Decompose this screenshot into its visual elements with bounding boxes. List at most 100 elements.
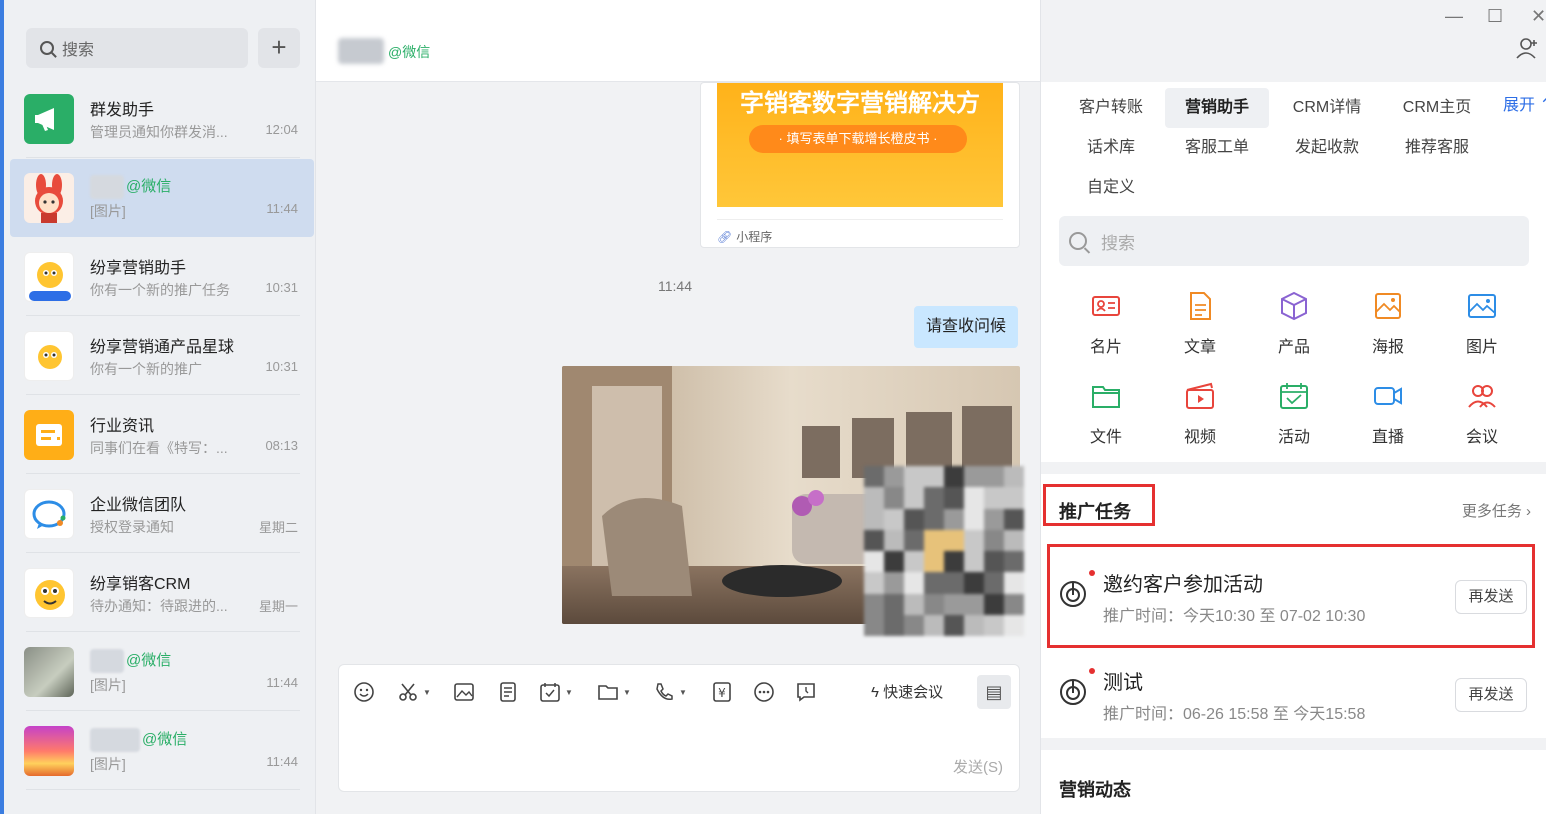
conversation-time: 11:44 bbox=[266, 675, 298, 690]
more-options-icon[interactable] bbox=[753, 679, 775, 705]
conversation-time: 08:13 bbox=[265, 438, 298, 453]
conversation-item[interactable]: 纷享营销助手 你有一个新的推广任务 10:31 bbox=[10, 238, 314, 316]
tool-event[interactable]: 活动 bbox=[1249, 380, 1339, 447]
screenshot-scissors-icon[interactable]: ▼ bbox=[397, 679, 431, 705]
highlight-box bbox=[1047, 544, 1535, 648]
conversation-item[interactable]: 纷享营销通产品星球 你有一个新的推广 10:31 bbox=[10, 317, 314, 395]
tab-crm-details[interactable]: CRM详情 bbox=[1275, 88, 1379, 128]
broadcast-assistant-avatar bbox=[24, 94, 74, 144]
tool-image[interactable]: 图片 bbox=[1437, 290, 1527, 357]
tool-product[interactable]: 产品 bbox=[1249, 290, 1339, 357]
conversation-item[interactable]: 企业微信团队 授权登录通知 星期二 bbox=[10, 475, 314, 553]
schedule-icon[interactable]: ▼ bbox=[539, 679, 573, 705]
outgoing-message[interactable]: 请查收问候 bbox=[914, 306, 1019, 348]
mosaic-cell bbox=[964, 614, 984, 636]
mini-program-card[interactable]: 字销客数字营销解决方 · 填写表单下载增长橙皮书 · 🔗︎ 小程序 bbox=[700, 82, 1020, 248]
divider bbox=[26, 394, 300, 395]
banner-button: · 填写表单下载增长橙皮书 · bbox=[749, 125, 967, 153]
tool-business-card[interactable]: 名片 bbox=[1061, 290, 1151, 357]
close-icon[interactable]: ✕ bbox=[1531, 6, 1546, 27]
sidebar-search-input[interactable]: 搜索 bbox=[1059, 216, 1529, 266]
tab-recommend-service[interactable]: 推荐客服 bbox=[1385, 128, 1489, 168]
conversation-item[interactable]: 纷享销客CRM 待办通知：待跟进的... 星期一 bbox=[10, 554, 314, 632]
redacted-contact-name bbox=[338, 38, 384, 64]
tool-article[interactable]: 文章 bbox=[1155, 290, 1245, 357]
promotion-task-icon bbox=[1060, 679, 1086, 705]
tab-customer-transfer[interactable]: 客户转账 bbox=[1059, 88, 1163, 128]
redacted-qr-mosaic bbox=[864, 466, 1024, 636]
tab-script-library[interactable]: 话术库 bbox=[1059, 128, 1163, 168]
conversation-item[interactable]: 行业资讯 同事们在看《特写：... 08:13 bbox=[10, 396, 314, 474]
mosaic-cell bbox=[944, 529, 964, 551]
mosaic-cell bbox=[864, 466, 884, 488]
conversation-item[interactable]: @微信 [图片] 11:44 bbox=[10, 633, 314, 711]
mosaic-cell bbox=[864, 508, 884, 530]
tool-video[interactable]: 视频 bbox=[1155, 380, 1245, 447]
tab-collect-payment[interactable]: 发起收款 bbox=[1275, 128, 1379, 168]
add-button[interactable]: + bbox=[258, 28, 300, 68]
product-planet-avatar bbox=[24, 331, 74, 381]
conversation-preview: 待办通知：待跟进的... bbox=[90, 598, 228, 614]
mosaic-cell bbox=[964, 593, 984, 615]
conversation-name: 纷享营销通产品星球 bbox=[90, 339, 235, 356]
more-tasks-link[interactable]: 更多任务 › bbox=[1462, 500, 1531, 521]
message-input-box[interactable]: ▼ ▼ ▼ ▼ ¥ ϟ 快速会议 ▤ 发送(S) bbox=[338, 664, 1020, 792]
quick-meeting-button[interactable]: ϟ 快速会议 bbox=[871, 681, 943, 702]
tool-meeting[interactable]: 会议 bbox=[1437, 380, 1527, 447]
chat-history-icon[interactable] bbox=[795, 679, 817, 705]
conversation-name: 群发助手 bbox=[90, 102, 155, 119]
chat-area: @微信 字销客数字营销解决方 · 填写表单下载增长橙皮书 · 🔗︎ 小程序 11:… bbox=[316, 0, 1040, 814]
tool-live[interactable]: 直播 bbox=[1343, 380, 1433, 447]
conversation-item[interactable]: 群发助手 管理员通知你群发消... 12:04 bbox=[10, 80, 314, 158]
mosaic-cell bbox=[864, 593, 884, 615]
conversation-time: 10:31 bbox=[265, 359, 298, 374]
mosaic-cell bbox=[1004, 508, 1024, 530]
payment-yuan-icon[interactable]: ¥ bbox=[711, 679, 733, 705]
emoji-icon[interactable] bbox=[353, 679, 375, 705]
mosaic-cell bbox=[944, 508, 964, 530]
divider bbox=[26, 631, 300, 632]
contact-avatar bbox=[24, 726, 74, 776]
tab-service-ticket[interactable]: 客服工单 bbox=[1165, 128, 1269, 168]
mosaic-cell bbox=[944, 487, 964, 509]
video-clapper-icon bbox=[1186, 382, 1214, 409]
tool-poster[interactable]: 海报 bbox=[1343, 290, 1433, 357]
mosaic-cell bbox=[984, 529, 1004, 551]
document-icon[interactable] bbox=[497, 679, 519, 705]
image-upload-icon[interactable] bbox=[453, 679, 475, 705]
task-item[interactable]: 测试 推广时间：06-26 15:58 至 今天15:58 再发送 bbox=[1041, 646, 1546, 740]
divider bbox=[26, 315, 300, 316]
folder-icon[interactable]: ▼ bbox=[597, 679, 631, 705]
conversation-item[interactable]: @微信 [图片] 11:44 bbox=[10, 712, 314, 790]
banner-title: 字销客数字营销解决方 bbox=[740, 90, 980, 117]
mosaic-cell bbox=[964, 508, 984, 530]
divider bbox=[26, 552, 300, 553]
add-contact-icon[interactable] bbox=[1515, 36, 1541, 67]
chat-contact-suffix: @微信 bbox=[388, 44, 431, 60]
sidebar-toggle-icon[interactable]: ▤ bbox=[977, 675, 1011, 709]
conversation-preview: 你有一个新的推广任务 bbox=[90, 282, 230, 298]
mini-program-footer: 🔗︎ 小程序 bbox=[717, 219, 1003, 245]
mosaic-cell bbox=[984, 466, 1004, 488]
tab-crm-home[interactable]: CRM主页 bbox=[1385, 88, 1489, 128]
tool-file[interactable]: 文件 bbox=[1061, 380, 1151, 447]
tab-custom[interactable]: 自定义 bbox=[1059, 168, 1163, 208]
send-button[interactable]: 发送(S) bbox=[953, 756, 1003, 777]
message-timestamp: 11:44 bbox=[658, 278, 692, 294]
search-icon bbox=[1069, 232, 1087, 250]
marketing-tools: 搜索 名片 文章 产品 海报 图片 文件 视频 活动 直播 会议 bbox=[1041, 212, 1546, 462]
search-input[interactable]: 搜索 bbox=[26, 28, 248, 68]
mosaic-cell bbox=[924, 487, 944, 509]
expand-tabs-button[interactable]: 展开 ⌃ bbox=[1503, 86, 1546, 126]
maximize-icon[interactable]: ☐ bbox=[1487, 6, 1503, 27]
conversation-item-selected[interactable]: @微信 [图片] 11:44 bbox=[10, 159, 314, 237]
mosaic-cell bbox=[984, 572, 1004, 594]
conversation-time: 10:31 bbox=[265, 280, 298, 295]
phone-icon[interactable]: ▼ bbox=[653, 679, 687, 705]
mosaic-cell bbox=[964, 487, 984, 509]
minimize-icon[interactable]: — bbox=[1445, 6, 1463, 27]
resend-button[interactable]: 再发送 bbox=[1455, 678, 1527, 712]
tab-marketing-assistant[interactable]: 营销助手 bbox=[1165, 88, 1269, 128]
conversation-name: @微信 bbox=[90, 728, 187, 752]
conversation-time: 星期二 bbox=[258, 520, 298, 535]
